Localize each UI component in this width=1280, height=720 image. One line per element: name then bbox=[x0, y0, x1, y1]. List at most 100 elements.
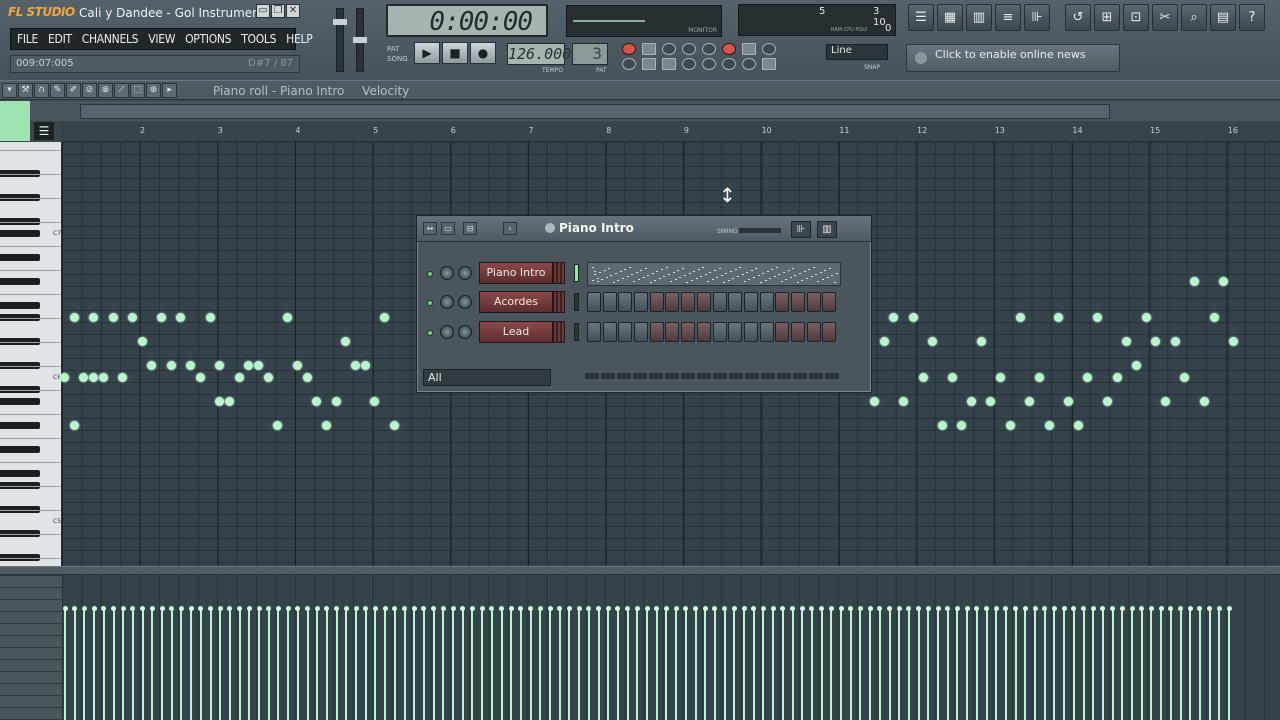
velocity-handle[interactable] bbox=[605, 606, 611, 611]
piano-roll-icon[interactable]: ▥ bbox=[817, 221, 837, 238]
velocity-bar[interactable] bbox=[694, 608, 697, 720]
note[interactable] bbox=[1170, 337, 1180, 346]
velocity-handle[interactable] bbox=[799, 606, 805, 611]
velocity-bar[interactable] bbox=[190, 608, 193, 720]
wrench-icon[interactable]: ⚒ bbox=[18, 83, 33, 98]
velocity-handle[interactable] bbox=[188, 606, 194, 611]
search-icon[interactable]: ⌕ bbox=[1181, 4, 1207, 31]
loop-record-toggle[interactable] bbox=[702, 43, 716, 55]
note[interactable] bbox=[1025, 397, 1035, 406]
note[interactable] bbox=[1064, 397, 1073, 406]
velocity-handle[interactable] bbox=[809, 606, 815, 611]
note[interactable] bbox=[879, 337, 889, 346]
velocity-bar[interactable] bbox=[151, 608, 154, 720]
close-button[interactable]: ✕ bbox=[286, 4, 300, 18]
velocity-bar[interactable] bbox=[102, 608, 105, 720]
note[interactable] bbox=[79, 373, 89, 382]
velocity-pane[interactable] bbox=[62, 575, 1280, 720]
note[interactable] bbox=[215, 361, 225, 370]
piano-roll-icon[interactable]: ▥ bbox=[966, 4, 992, 31]
velocity-handle[interactable] bbox=[382, 606, 388, 611]
velocity-bar[interactable] bbox=[655, 608, 658, 720]
piano-keyboard[interactable]: C7 C6 C5 bbox=[0, 142, 62, 566]
velocity-bar[interactable] bbox=[1063, 608, 1066, 720]
velocity-bar[interactable] bbox=[1228, 608, 1230, 720]
step-edit-toggle[interactable] bbox=[722, 43, 736, 55]
note[interactable] bbox=[1161, 397, 1170, 406]
velocity-bar[interactable] bbox=[820, 608, 823, 720]
keyboard-editor-icon[interactable]: ⊟ bbox=[463, 222, 477, 235]
velocity-bar[interactable] bbox=[393, 608, 396, 720]
velocity-bar[interactable] bbox=[248, 608, 251, 720]
note[interactable] bbox=[1180, 373, 1190, 382]
velocity-handle[interactable] bbox=[906, 606, 912, 611]
save-icon[interactable]: ⊞ bbox=[1094, 4, 1120, 31]
velocity-bar[interactable] bbox=[1092, 608, 1095, 720]
note[interactable] bbox=[1005, 421, 1015, 430]
velocity-bar[interactable] bbox=[335, 608, 338, 720]
velocity-handle[interactable] bbox=[343, 606, 349, 611]
velocity-handle[interactable] bbox=[838, 606, 844, 611]
step-button[interactable] bbox=[712, 292, 727, 312]
note[interactable] bbox=[89, 373, 99, 382]
note[interactable] bbox=[98, 373, 108, 382]
stop-icon[interactable]: ■ bbox=[442, 42, 468, 64]
note[interactable] bbox=[127, 313, 137, 322]
velocity-bar[interactable] bbox=[733, 608, 736, 720]
pencil-icon[interactable]: ✎ bbox=[50, 83, 65, 98]
note[interactable] bbox=[1228, 337, 1238, 346]
note[interactable] bbox=[870, 397, 879, 406]
note[interactable] bbox=[89, 313, 99, 322]
pattern-selector[interactable]: 3 bbox=[572, 43, 608, 65]
velocity-bar[interactable] bbox=[597, 608, 600, 720]
velocity-bar[interactable] bbox=[937, 608, 939, 720]
step-button[interactable] bbox=[649, 322, 664, 342]
note[interactable] bbox=[1044, 421, 1054, 430]
step-button[interactable] bbox=[775, 292, 790, 312]
velocity-handle[interactable] bbox=[702, 606, 708, 611]
velocity-bar[interactable] bbox=[966, 608, 969, 720]
velocity-handle[interactable] bbox=[237, 606, 243, 611]
velocity-handle[interactable] bbox=[266, 606, 272, 611]
velocity-bar[interactable] bbox=[180, 608, 183, 720]
velocity-handle[interactable] bbox=[984, 606, 989, 611]
velocity-bar[interactable] bbox=[859, 608, 862, 720]
velocity-handle[interactable] bbox=[324, 606, 330, 611]
velocity-bar[interactable] bbox=[325, 608, 328, 720]
velocity-bar[interactable] bbox=[510, 608, 513, 720]
note[interactable] bbox=[234, 373, 244, 382]
step-button[interactable] bbox=[822, 292, 837, 312]
velocity-bar[interactable] bbox=[917, 608, 920, 720]
velocity-bar[interactable] bbox=[93, 608, 96, 720]
velocity-bar[interactable] bbox=[684, 608, 687, 720]
velocity-handle[interactable] bbox=[828, 606, 834, 611]
undo-icon[interactable]: ↺ bbox=[1065, 4, 1091, 31]
velocity-handle[interactable] bbox=[1032, 606, 1038, 611]
velocity-bar[interactable] bbox=[1053, 608, 1056, 720]
velocity-handle[interactable] bbox=[790, 606, 795, 611]
velocity-handle[interactable] bbox=[421, 606, 427, 611]
velocity-handle[interactable] bbox=[615, 606, 621, 611]
note[interactable] bbox=[389, 421, 399, 430]
note[interactable] bbox=[908, 313, 918, 322]
velocity-bar[interactable] bbox=[374, 608, 377, 720]
note[interactable] bbox=[166, 361, 176, 370]
step-button[interactable] bbox=[696, 292, 711, 312]
note[interactable] bbox=[283, 313, 293, 322]
channel-mute-led[interactable] bbox=[427, 330, 433, 336]
black-key[interactable] bbox=[0, 278, 40, 285]
time-display[interactable]: 0:00:00 bbox=[386, 4, 548, 37]
cut-icon[interactable]: ✂ bbox=[1152, 4, 1178, 31]
velocity-handle[interactable] bbox=[1013, 606, 1019, 611]
step-button[interactable] bbox=[681, 292, 696, 312]
velocity-handle[interactable] bbox=[499, 606, 504, 611]
velocity-handle[interactable] bbox=[993, 606, 999, 611]
velocity-bar[interactable] bbox=[781, 608, 784, 720]
delete-icon[interactable]: ⊘ bbox=[82, 83, 97, 98]
velocity-bar[interactable] bbox=[161, 608, 163, 720]
velocity-handle[interactable] bbox=[1081, 606, 1086, 611]
velocity-bar[interactable] bbox=[403, 608, 406, 720]
velocity-handle[interactable] bbox=[1042, 606, 1048, 611]
velocity-bar[interactable] bbox=[83, 608, 86, 720]
note[interactable] bbox=[215, 397, 225, 406]
